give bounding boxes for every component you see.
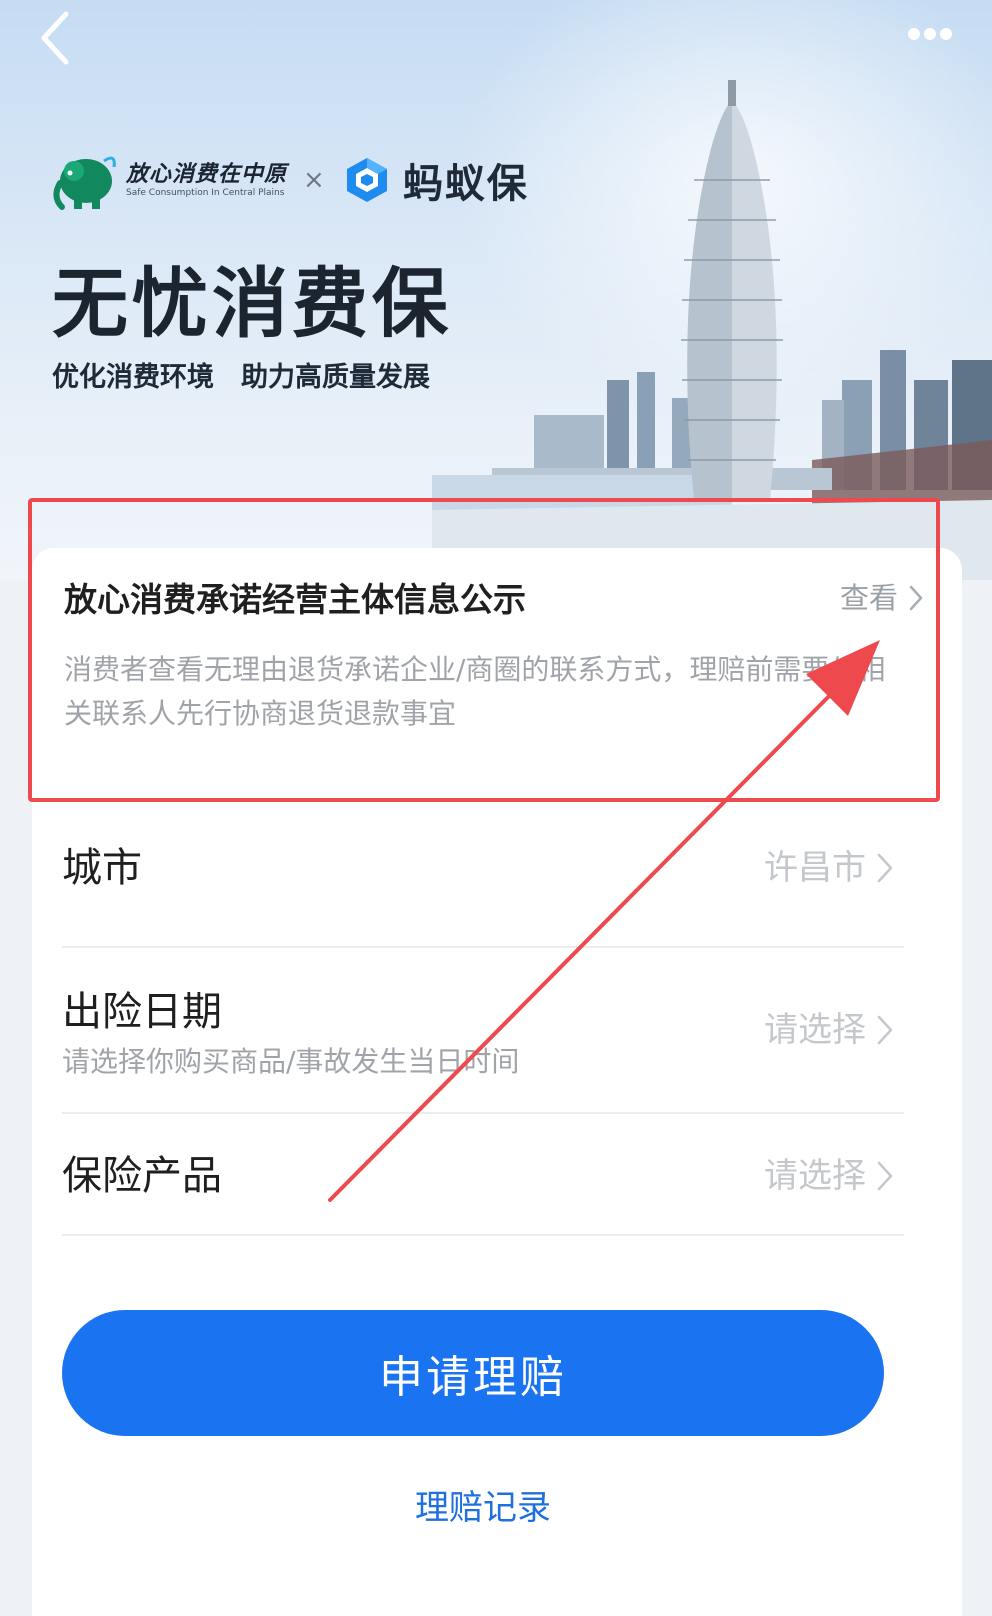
- insurance-product-value-text: 请选择: [764, 1156, 866, 1196]
- notice-description: 消费者查看无理由退货承诺企业/商圈的联系方式，理赔前需要与相关联系人先行协商退货…: [64, 653, 886, 730]
- insurance-product-row[interactable]: 保险产品 请选择: [62, 1114, 904, 1236]
- page-title: 无忧消费保: [52, 259, 452, 348]
- back-button[interactable]: [30, 8, 90, 68]
- elephant-logo-icon: [53, 156, 116, 210]
- view-link[interactable]: 查看: [840, 578, 924, 618]
- incident-date-value[interactable]: 请选择: [764, 1006, 894, 1054]
- city-value[interactable]: 许昌市: [764, 844, 894, 892]
- city-row[interactable]: 城市 许昌市: [62, 790, 904, 948]
- chevron-left-icon: [41, 11, 69, 65]
- insurance-product-label: 保险产品: [62, 1153, 222, 1199]
- claim-records-link[interactable]: 理赔记录: [32, 1484, 934, 1532]
- hero-banner: 放心消费在中原 Safe Consumption In Central Plai…: [0, 0, 992, 580]
- insurance-product-value[interactable]: 请选择: [764, 1152, 894, 1200]
- brand1-subtitle: Safe Consumption In Central Plains: [126, 188, 285, 198]
- apply-claim-button[interactable]: 申请理赔: [62, 1310, 884, 1436]
- page-subtitle: 优化消费环境 助力高质量发展: [52, 362, 430, 393]
- brand1-name: 放心消费在中原: [126, 161, 288, 187]
- incident-date-hint: 请选择你购买商品/事故发生当日时间: [62, 1045, 520, 1078]
- incident-date-row[interactable]: 出险日期 请选择你购买商品/事故发生当日时间 请选择: [62, 948, 904, 1114]
- more-dots-icon: [908, 28, 952, 40]
- chevron-right-icon: [877, 1161, 893, 1191]
- city-label: 城市: [62, 845, 142, 891]
- times-symbol: ×: [303, 165, 325, 195]
- ant-insurance-logo-icon: [346, 158, 387, 202]
- brand2-name: 蚂蚁保: [402, 161, 529, 207]
- notice-title: 放心消费承诺经营主体信息公示: [64, 580, 526, 619]
- incident-date-value-text: 请选择: [764, 1010, 866, 1050]
- incident-date-label: 出险日期: [62, 989, 222, 1035]
- partner-logos: 放心消费在中原 Safe Consumption In Central Plai…: [52, 140, 529, 220]
- more-options-button[interactable]: [894, 14, 964, 54]
- chevron-right-icon: [877, 1015, 893, 1045]
- brand-ant-insurance: 蚂蚁保: [343, 151, 529, 209]
- chevron-right-icon: [877, 853, 893, 883]
- city-value-text: 许昌市: [764, 848, 866, 888]
- merchant-disclosure-notice[interactable]: 放心消费承诺经营主体信息公示 查看 消费者查看无理由退货承诺企业/商圈的联系方式…: [32, 548, 962, 760]
- claim-card: 放心消费承诺经营主体信息公示 查看 消费者查看无理由退货承诺企业/商圈的联系方式…: [32, 548, 962, 1616]
- brand-safe-consumption: 放心消费在中原 Safe Consumption In Central Plai…: [52, 149, 287, 211]
- chevron-right-icon: [909, 585, 923, 611]
- view-link-label: 查看: [839, 581, 898, 615]
